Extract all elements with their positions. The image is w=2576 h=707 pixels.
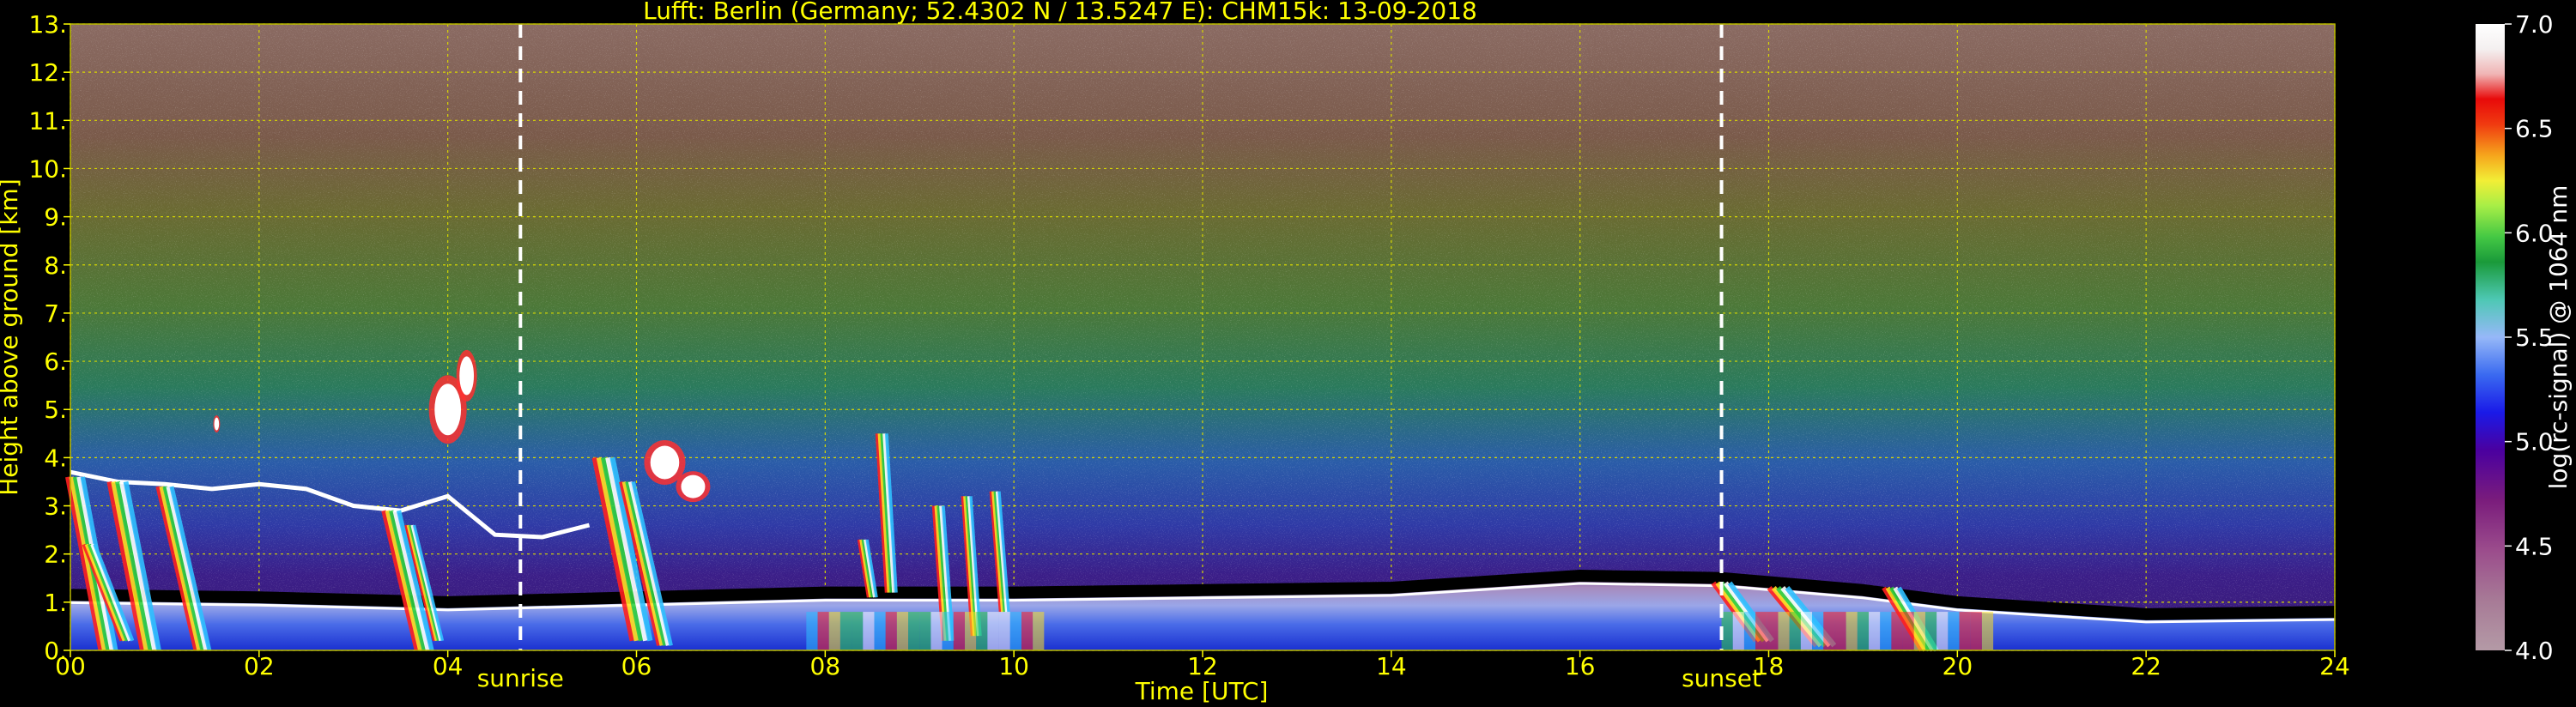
surface-backscatter (987, 612, 999, 650)
x-axis-ticks: 00 02 04 06 08 10 12 14 16 18 20 22 24 (55, 650, 2350, 680)
surface-backscatter (839, 612, 852, 650)
surface-backscatter (1924, 612, 1937, 650)
surface-backscatter (852, 612, 864, 650)
surface-backscatter (1937, 612, 1949, 650)
surface-backscatter (942, 612, 954, 650)
surface-backscatter (1732, 612, 1744, 650)
cloud-patch (650, 445, 680, 480)
surface-backscatter (1812, 612, 1824, 650)
surface-backscatter (976, 612, 988, 650)
x-tick-label: 16 (1565, 652, 1596, 680)
surface-backscatter (908, 612, 920, 650)
y-tick-label: 11. (28, 106, 67, 135)
surface-backscatter (885, 612, 897, 650)
y-tick-label: 3. (44, 492, 67, 521)
y-tick-label: 1. (44, 589, 67, 617)
surface-backscatter (1891, 612, 1903, 650)
surface-backscatter (1743, 612, 1756, 650)
x-tick-label: 20 (1943, 652, 1973, 680)
colorbar: 4.04.55.05.56.06.57.0 log(rc-signal) @ 1… (2476, 10, 2573, 665)
y-axis-ticks: 0. 1. 2. 3. 4. 5. 6. 7. 8. 9. 10. 11. 12. 13. (28, 10, 70, 665)
y-tick-label: 0. (44, 637, 67, 665)
cloud-patch (434, 384, 462, 436)
surface-backscatter (806, 612, 818, 650)
surface-backscatter (1857, 612, 1870, 650)
cloud-patch (681, 474, 706, 499)
event-label-sunrise: sunrise (477, 664, 564, 692)
surface-backscatter (828, 612, 840, 650)
y-tick-label: 4. (44, 444, 67, 472)
surface-backscatter (1981, 612, 1994, 650)
y-tick-label: 5. (44, 396, 67, 424)
surface-backscatter (1834, 612, 1846, 650)
y-tick-label: 10. (28, 154, 67, 183)
surface-backscatter (817, 612, 829, 650)
y-tick-label: 6. (44, 347, 67, 376)
surface-backscatter (953, 612, 966, 650)
surface-backscatter (1970, 612, 1982, 650)
event-label-sunset: sunset (1682, 664, 1761, 692)
y-tick-label: 12. (28, 58, 67, 87)
surface-backscatter (896, 612, 909, 650)
surface-backscatter (965, 612, 977, 650)
x-tick-label: 24 (2319, 652, 2350, 680)
y-tick-label: 13. (28, 10, 67, 39)
colorbar-tick-label: 6.5 (2515, 115, 2554, 143)
surface-backscatter (1778, 612, 1790, 650)
surface-backscatter (1767, 612, 1779, 650)
surface-backscatter (1948, 612, 1960, 650)
surface-backscatter (1902, 612, 1914, 650)
x-tick-label: 06 (621, 652, 652, 680)
colorbar-gradient (2476, 24, 2505, 650)
chart-title: Lufft: Berlin (Germany; 52.4302 N / 13.5… (643, 0, 1477, 25)
surface-backscatter (1021, 612, 1033, 650)
y-tick-label: 8. (44, 251, 67, 280)
x-tick-label: 08 (810, 652, 841, 680)
surface-backscatter (998, 612, 1010, 650)
x-tick-label: 14 (1376, 652, 1407, 680)
surface-backscatter (1755, 612, 1767, 650)
x-tick-label: 18 (1754, 652, 1785, 680)
surface-backscatter (1913, 612, 1925, 650)
surface-backscatter (1823, 612, 1835, 650)
surface-backscatter (863, 612, 875, 650)
y-axis-label: Height above ground [km] (0, 178, 23, 496)
y-tick-label: 7. (44, 299, 67, 328)
surface-backscatter (1033, 612, 1045, 650)
colorbar-tick-label: 4.5 (2515, 532, 2554, 560)
y-tick-label: 9. (44, 203, 67, 232)
surface-backscatter (874, 612, 886, 650)
surface-backscatter (919, 612, 931, 650)
surface-backscatter (1869, 612, 1881, 650)
surface-backscatter (1800, 612, 1813, 650)
cloud-patch (214, 417, 220, 431)
colorbar-tick-label: 7.0 (2515, 10, 2554, 39)
x-tick-label: 22 (2131, 652, 2161, 680)
surface-backscatter (1789, 612, 1801, 650)
surface-backscatter (1880, 612, 1892, 650)
x-axis-label: Time [UTC] (1135, 677, 1269, 705)
surface-backscatter (1959, 612, 1971, 650)
lidar-backscatter-figure: sunrise sunset 00 02 04 06 08 10 12 14 16 18 20 22 24… (0, 0, 2573, 705)
x-tick-label: 02 (244, 652, 275, 680)
x-tick-label: 04 (433, 652, 464, 680)
colorbar-label: log(rc-signal) @ 1064 nm (2544, 185, 2573, 490)
surface-backscatter (1846, 612, 1858, 650)
x-tick-label: 10 (998, 652, 1029, 680)
y-tick-label: 2. (44, 541, 67, 569)
cloud-patch (459, 356, 475, 396)
surface-backscatter (1009, 612, 1021, 650)
surface-backscatter (930, 612, 943, 650)
colorbar-tick-label: 4.0 (2515, 637, 2554, 665)
